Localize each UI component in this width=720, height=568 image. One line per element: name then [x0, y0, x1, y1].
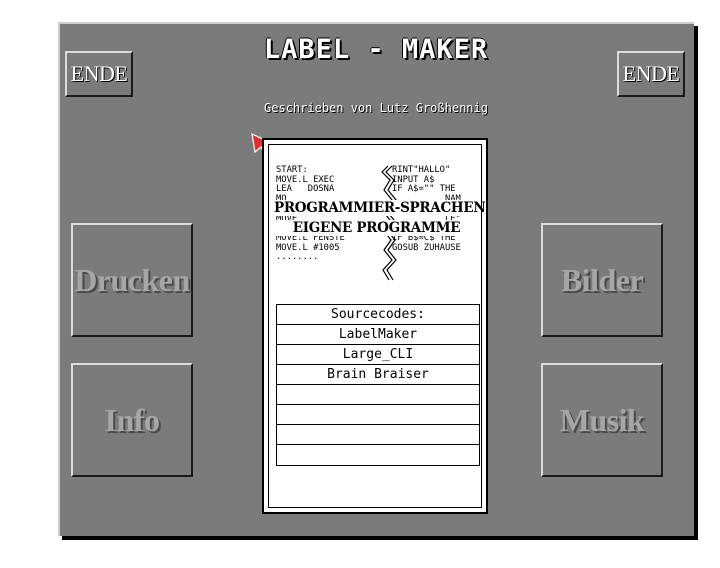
ende-button-left[interactable]: ENDE	[65, 51, 133, 97]
app-title: LABEL - MAKER	[263, 34, 489, 65]
ende-button-right[interactable]: ENDE	[617, 51, 685, 97]
sourcecodes-list: Sourcecodes: LabelMaker Large_CLI Brain …	[276, 304, 480, 466]
info-button[interactable]: Info	[71, 363, 193, 477]
list-item[interactable]	[277, 385, 479, 405]
logo-title-line1: PROGRAMMIER-SPRACHEN	[274, 200, 486, 216]
programming-languages-logo: START: MOVE.L EXEC LEA DOSNA MO JSR MOVE…	[274, 164, 486, 286]
sourcecodes-header: Sourcecodes:	[277, 305, 479, 325]
author-credit: Geschrieben von Lutz Großhennig	[264, 101, 488, 115]
list-item[interactable]: Brain Braiser	[277, 365, 479, 385]
logo-panel: START: MOVE.L EXEC LEA DOSNA MO JSR MOVE…	[262, 138, 488, 514]
list-item[interactable]	[277, 445, 479, 465]
drucken-button[interactable]: Drucken	[71, 223, 193, 337]
bilder-button[interactable]: Bilder	[541, 223, 663, 337]
logo-title-line2: EIGENE PROGRAMME	[274, 220, 479, 236]
list-item[interactable]: LabelMaker	[277, 325, 479, 345]
list-item[interactable]	[277, 425, 479, 445]
list-item[interactable]: Large_CLI	[277, 345, 479, 365]
musik-button[interactable]: Musik	[541, 363, 663, 477]
list-item[interactable]	[277, 405, 479, 425]
